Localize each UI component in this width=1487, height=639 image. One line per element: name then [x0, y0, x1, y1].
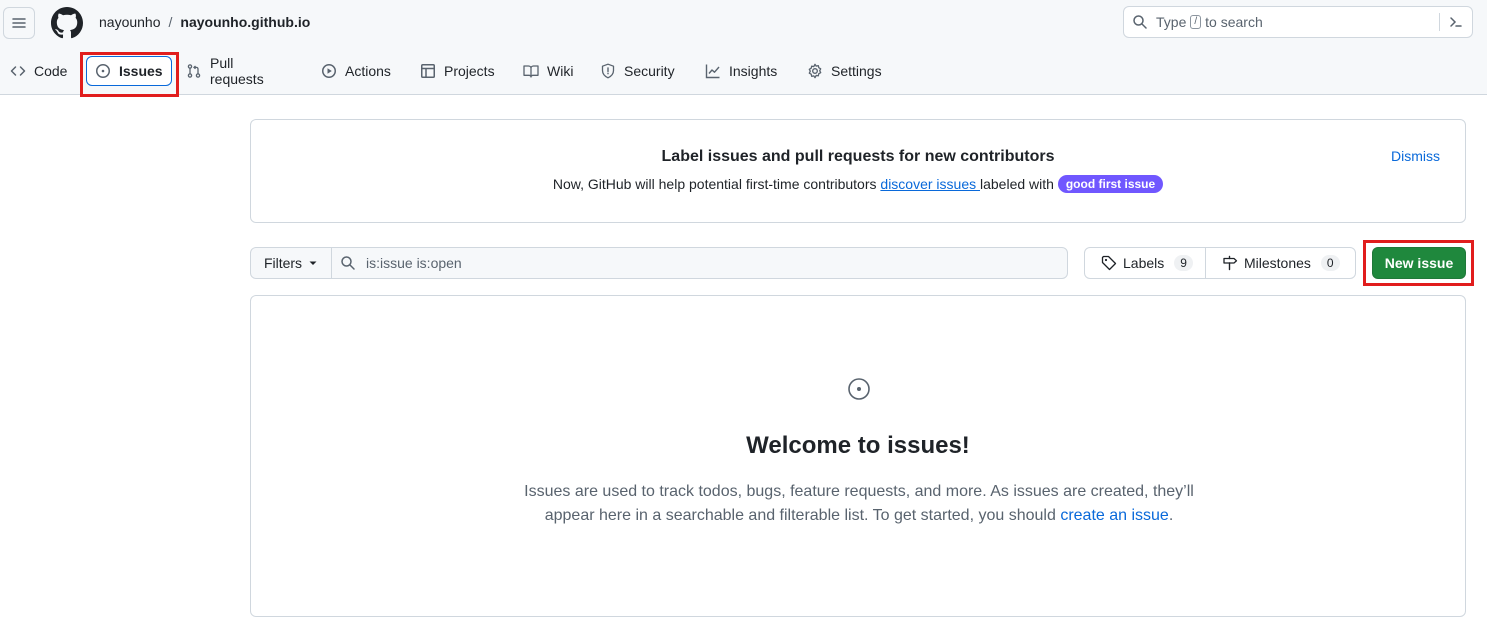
- owner-link[interactable]: nayounho: [99, 14, 161, 30]
- issues-query: is:issue is:open: [366, 255, 462, 271]
- search-icon: [341, 256, 355, 270]
- github-logo-icon[interactable]: [51, 7, 83, 39]
- labels-count: 9: [1174, 255, 1193, 271]
- tab-code[interactable]: Code: [2, 56, 75, 86]
- empty-state-period: .: [1168, 507, 1174, 524]
- search-divider: [1439, 13, 1440, 31]
- tab-label: Actions: [345, 63, 391, 79]
- tab-projects[interactable]: Projects: [412, 56, 503, 86]
- milestones-label: Milestones: [1244, 255, 1311, 271]
- tab-wiki[interactable]: Wiki: [515, 56, 581, 86]
- milestone-icon: [1223, 255, 1238, 271]
- tab-actions[interactable]: Actions: [313, 56, 399, 86]
- tab-label: Settings: [831, 63, 882, 79]
- book-icon: [523, 65, 539, 78]
- new-issue-highlight: [1363, 240, 1474, 286]
- discover-issues-link[interactable]: discover issues: [880, 176, 980, 192]
- labels-button[interactable]: Labels 9: [1084, 247, 1206, 279]
- hamburger-icon: [12, 18, 26, 28]
- repo-link[interactable]: nayounho.github.io: [180, 14, 310, 30]
- tab-label: Projects: [444, 63, 495, 79]
- labels-label: Labels: [1123, 255, 1165, 271]
- banner-text-2: labeled with: [980, 176, 1058, 192]
- issues-search-input[interactable]: is:issue is:open: [331, 247, 1068, 279]
- tab-label: Pull requests: [210, 55, 264, 87]
- filters-label: Filters: [263, 255, 303, 271]
- triangle-down-icon: [309, 261, 317, 265]
- tab-label: Code: [34, 63, 68, 79]
- code-icon: [10, 66, 26, 76]
- tab-settings[interactable]: Settings: [799, 56, 890, 86]
- shield-icon: [601, 63, 615, 79]
- search-prefix: Type: [1156, 14, 1187, 30]
- contributors-banner: Label issues and pull requests for new c…: [250, 119, 1466, 223]
- search-icon: [1133, 15, 1147, 29]
- search-suffix: to search: [1205, 14, 1263, 30]
- search-shortcut-key: /: [1190, 15, 1202, 29]
- tab-insights[interactable]: Insights: [697, 56, 785, 86]
- banner-text: Now, GitHub will help potential first-ti…: [552, 176, 881, 192]
- banner-description: Now, GitHub will help potential first-ti…: [251, 175, 1465, 193]
- dismiss-button[interactable]: Dismiss: [1391, 148, 1440, 164]
- empty-state-heading: Welcome to issues!: [746, 432, 970, 459]
- search-input[interactable]: Type / to search: [1123, 6, 1473, 38]
- menu-button[interactable]: [3, 7, 35, 39]
- tab-label: Security: [624, 63, 675, 79]
- milestones-button[interactable]: Milestones 0: [1205, 247, 1356, 279]
- graph-icon: [705, 64, 720, 79]
- issues-empty-state: Welcome to issues! Issues are used to tr…: [250, 295, 1466, 617]
- empty-state-body: Issues are used to track todos, bugs, fe…: [509, 480, 1209, 528]
- issues-tab-highlight: [80, 52, 179, 97]
- command-palette-icon[interactable]: [1448, 14, 1464, 30]
- table-icon: [421, 64, 435, 78]
- repo-header: nayounho / nayounho.github.io Type / to …: [0, 0, 1487, 95]
- play-icon: [322, 64, 336, 78]
- good-first-issue-label: good first issue: [1057, 175, 1164, 193]
- filters-button[interactable]: Filters: [250, 247, 332, 279]
- create-issue-link[interactable]: create an issue: [1060, 507, 1169, 524]
- gear-icon: [808, 63, 822, 79]
- milestones-count: 0: [1320, 255, 1340, 271]
- tab-pull-requests[interactable]: Pull requests: [178, 55, 272, 87]
- breadcrumb-separator: /: [168, 14, 173, 30]
- breadcrumb: nayounho / nayounho.github.io: [99, 14, 310, 30]
- tab-label: Wiki: [547, 63, 574, 79]
- tab-security[interactable]: Security: [592, 56, 683, 86]
- tag-icon: [1101, 255, 1117, 271]
- tab-label: Insights: [729, 63, 778, 79]
- banner-title: Label issues and pull requests for new c…: [661, 148, 1055, 165]
- git-pull-request-icon: [187, 64, 201, 78]
- issue-opened-icon: [848, 378, 870, 400]
